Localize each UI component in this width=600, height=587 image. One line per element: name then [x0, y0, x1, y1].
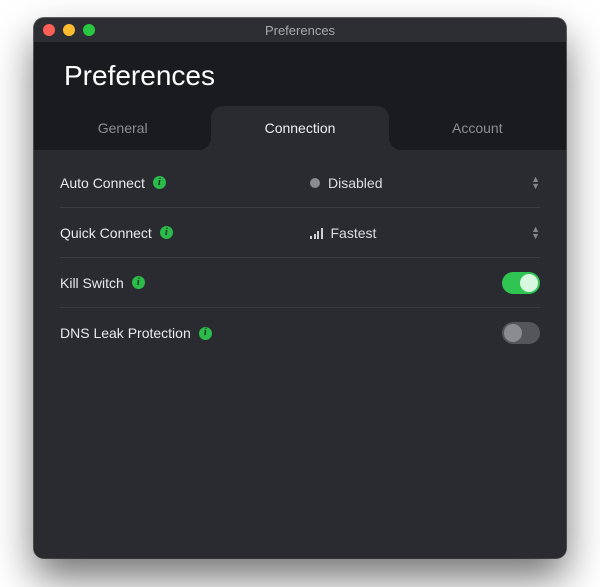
auto-connect-label: Auto Connect [60, 175, 145, 191]
auto-connect-value: Disabled [328, 175, 382, 191]
stepper-icon: ▲▼ [531, 176, 540, 189]
toggle-knob [504, 324, 522, 342]
toggle-knob [520, 274, 538, 292]
quick-connect-value: Fastest [331, 225, 377, 241]
dns-leak-toggle[interactable] [502, 322, 540, 344]
row-kill-switch: Kill Switch i [60, 258, 540, 308]
info-icon[interactable]: i [199, 327, 212, 340]
tab-general[interactable]: General [34, 106, 211, 150]
dns-leak-label: DNS Leak Protection [60, 325, 191, 341]
fullscreen-icon[interactable] [83, 24, 95, 36]
disabled-dot-icon [310, 178, 320, 188]
window-controls [43, 24, 95, 36]
minimize-icon[interactable] [63, 24, 75, 36]
stepper-icon: ▲▼ [531, 226, 540, 239]
auto-connect-select[interactable]: Disabled ▲▼ [310, 175, 540, 191]
kill-switch-toggle[interactable] [502, 272, 540, 294]
info-icon[interactable]: i [153, 176, 166, 189]
quick-connect-label: Quick Connect [60, 225, 152, 241]
info-icon[interactable]: i [160, 226, 173, 239]
close-icon[interactable] [43, 24, 55, 36]
tabs: General Connection Account [34, 106, 566, 150]
page-title: Preferences [34, 42, 566, 106]
tab-account[interactable]: Account [389, 106, 566, 150]
content-area: Preferences General Connection Account A… [34, 42, 566, 558]
preferences-window: Preferences Preferences General Connecti… [34, 18, 566, 558]
row-auto-connect: Auto Connect i Disabled ▲▼ [60, 158, 540, 208]
tab-connection[interactable]: Connection [211, 106, 388, 150]
kill-switch-label: Kill Switch [60, 275, 124, 291]
titlebar: Preferences [34, 18, 566, 42]
row-quick-connect: Quick Connect i Fastest ▲▼ [60, 208, 540, 258]
connection-panel: Auto Connect i Disabled ▲▼ Quick Connect… [34, 150, 566, 558]
row-dns-leak: DNS Leak Protection i [60, 308, 540, 358]
info-icon[interactable]: i [132, 276, 145, 289]
signal-bars-icon [310, 227, 323, 239]
window-title: Preferences [34, 23, 566, 38]
quick-connect-select[interactable]: Fastest ▲▼ [310, 225, 540, 241]
